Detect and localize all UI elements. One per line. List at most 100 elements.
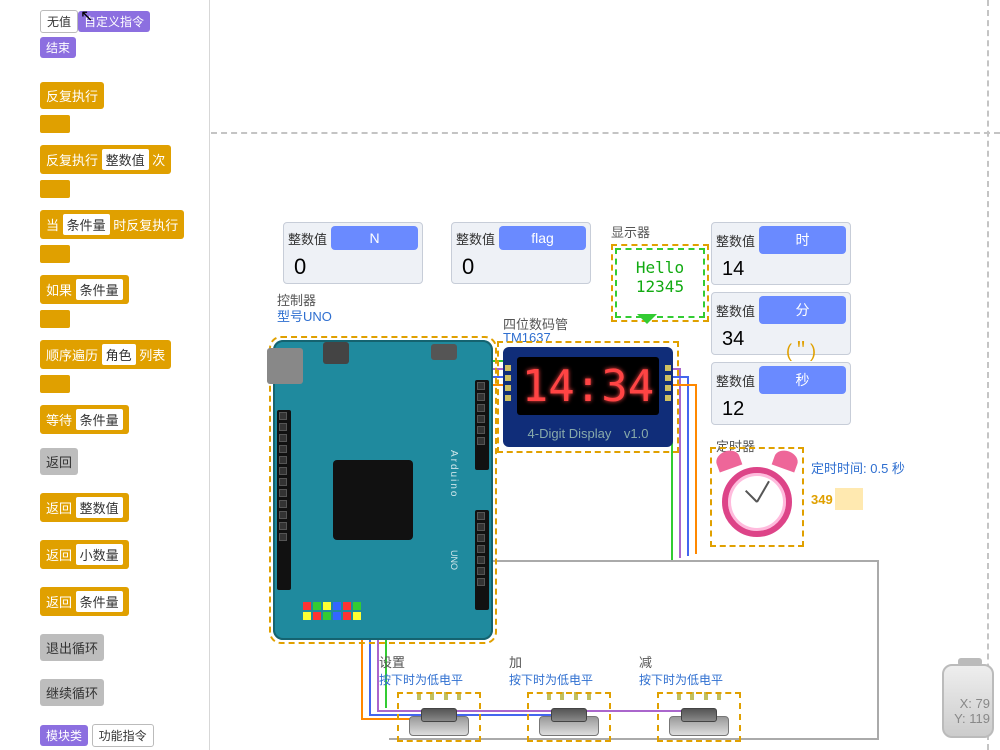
block-stub	[40, 375, 70, 393]
button-sub: 按下时为低电平	[379, 671, 499, 688]
block-if[interactable]: 如果 条件量	[40, 275, 129, 304]
watch-name: 分	[759, 296, 846, 324]
slot-cond[interactable]: 条件量	[76, 279, 123, 300]
custom-command-pill[interactable]: 自定义指令	[78, 11, 150, 32]
block-break[interactable]: 退出循环	[40, 634, 104, 661]
divider-v	[987, 0, 989, 750]
timer-count: 349	[811, 484, 863, 510]
watch-type: 整数值	[288, 229, 327, 248]
block-palette: ↖ 无值自定义指令 结束 反复执行 反复执行 整数值 次 当 条件量 时反复执行…	[0, 0, 210, 750]
slot-float[interactable]: 小数量	[76, 544, 123, 565]
watch-type: 整数值	[456, 229, 495, 248]
slot-int[interactable]: 整数值	[102, 149, 149, 170]
seg-screen: 14:34	[517, 357, 659, 415]
reset-button-icon	[431, 344, 457, 360]
cursor-coords: X: 79 Y: 119	[954, 696, 990, 726]
display-line2: 12345	[625, 277, 695, 296]
novalue-pill[interactable]: 无值	[40, 10, 78, 33]
watch-hour[interactable]: 整数值 时 14	[711, 222, 851, 285]
controller-model: 型号UNO	[277, 306, 332, 325]
block-stub	[40, 115, 70, 133]
block-text: 时反复执行	[113, 218, 178, 233]
block-return-bool[interactable]: 返回 条件量	[40, 587, 129, 616]
block-while[interactable]: 当 条件量 时反复执行	[40, 210, 184, 239]
seg-pins-left	[505, 365, 511, 409]
slot-int[interactable]: 整数值	[76, 497, 123, 518]
seg-model: TM1637	[503, 330, 551, 345]
block-return[interactable]: 返回	[40, 448, 78, 475]
watch-value: 14	[722, 258, 846, 281]
usb-port-icon	[267, 348, 303, 384]
seg-pins-right	[665, 365, 671, 409]
block-return-int[interactable]: 返回 整数值	[40, 493, 129, 522]
block-text: 如果	[46, 283, 72, 298]
watch-value: 0	[462, 254, 586, 280]
header-pins-left	[277, 410, 291, 590]
push-button-minus[interactable]: 减 按下时为低电平	[669, 696, 729, 736]
watch-sec[interactable]: 整数值 秒 12	[711, 362, 851, 425]
watch-name: flag	[499, 226, 586, 250]
watch-value: 0	[294, 254, 418, 280]
watch-name: N	[331, 226, 418, 250]
block-text: 列表	[139, 348, 165, 363]
display-device[interactable]: Hello 12345	[615, 248, 705, 318]
block-text: 当	[46, 218, 59, 233]
block-loop-n[interactable]: 反复执行 整数值 次	[40, 145, 171, 174]
watch-min[interactable]: 整数值 分 34	[711, 292, 851, 355]
block-wait[interactable]: 等待 条件量	[40, 405, 129, 434]
module-tab[interactable]: 模块类	[40, 725, 88, 746]
button-title: 设置	[379, 655, 405, 670]
block-text: 次	[152, 153, 165, 168]
timer-interval: 定时时间: 0.5 秒	[811, 458, 905, 477]
watch-flag[interactable]: 整数值 flag 0	[451, 222, 591, 284]
header-pins-right-top	[475, 380, 489, 470]
function-tab[interactable]: 功能指令	[92, 724, 154, 747]
header-pins-right-bottom	[475, 510, 489, 610]
push-button-set[interactable]: 设置 按下时为低电平	[409, 696, 469, 736]
watch-type: 整数值	[716, 231, 755, 250]
watch-name: 秒	[759, 366, 846, 394]
coord-x: X: 79	[954, 696, 990, 711]
block-text: 反复执行	[46, 153, 98, 168]
board-brand: Arduino	[448, 450, 459, 498]
arduino-board[interactable]: Arduino UNO	[273, 340, 493, 640]
mcu-chip-icon	[333, 460, 413, 540]
slot-cond[interactable]: 条件量	[76, 591, 123, 612]
divider-h	[211, 132, 1000, 134]
block-text: 等待	[46, 413, 72, 428]
block-foreach[interactable]: 顺序遍历 角色 列表	[40, 340, 171, 369]
watch-value: 12	[722, 398, 846, 421]
board-model: UNO	[449, 550, 459, 570]
block-stub	[40, 180, 70, 198]
slot-cond[interactable]: 条件量	[76, 409, 123, 430]
button-title: 减	[639, 655, 652, 670]
seg-footer-right: v1.0	[624, 426, 649, 441]
stage[interactable]: 整数值 N 0 整数值 flag 0 显示器 Hello 12345 整数值 时…	[211, 0, 1000, 750]
block-text: 顺序遍历	[46, 348, 98, 363]
block-continue[interactable]: 继续循环	[40, 679, 104, 706]
slot-cond[interactable]: 条件量	[63, 214, 110, 235]
seg-digits: 14:34	[522, 361, 654, 412]
button-sub: 按下时为低电平	[509, 671, 629, 688]
block-text: 返回	[46, 595, 72, 610]
quote-mark: (＂)	[786, 337, 816, 363]
led-array-icon	[303, 602, 361, 620]
display-line1: Hello	[625, 258, 695, 277]
watch-value: 34	[722, 328, 846, 351]
block-loop[interactable]: 反复执行	[40, 82, 104, 109]
block-return-float[interactable]: 返回 小数量	[40, 540, 129, 569]
watch-N[interactable]: 整数值 N 0	[283, 222, 423, 284]
seg-footer-left: 4-Digit Display	[528, 426, 612, 441]
timer-clock-icon[interactable]	[716, 449, 798, 541]
watch-type: 整数值	[716, 371, 755, 390]
block-stub	[40, 245, 70, 263]
end-pill[interactable]: 结束	[40, 37, 76, 58]
seven-segment-module[interactable]: 14:34 4-Digit Display v1.0	[503, 347, 673, 447]
watch-type: 整数值	[716, 301, 755, 320]
button-sub: 按下时为低电平	[639, 671, 759, 688]
display-header: 显示器	[611, 222, 650, 241]
power-jack-icon	[323, 342, 349, 364]
slot-role[interactable]: 角色	[102, 344, 136, 365]
push-button-add[interactable]: 加 按下时为低电平	[539, 696, 599, 736]
block-text: 返回	[46, 548, 72, 563]
